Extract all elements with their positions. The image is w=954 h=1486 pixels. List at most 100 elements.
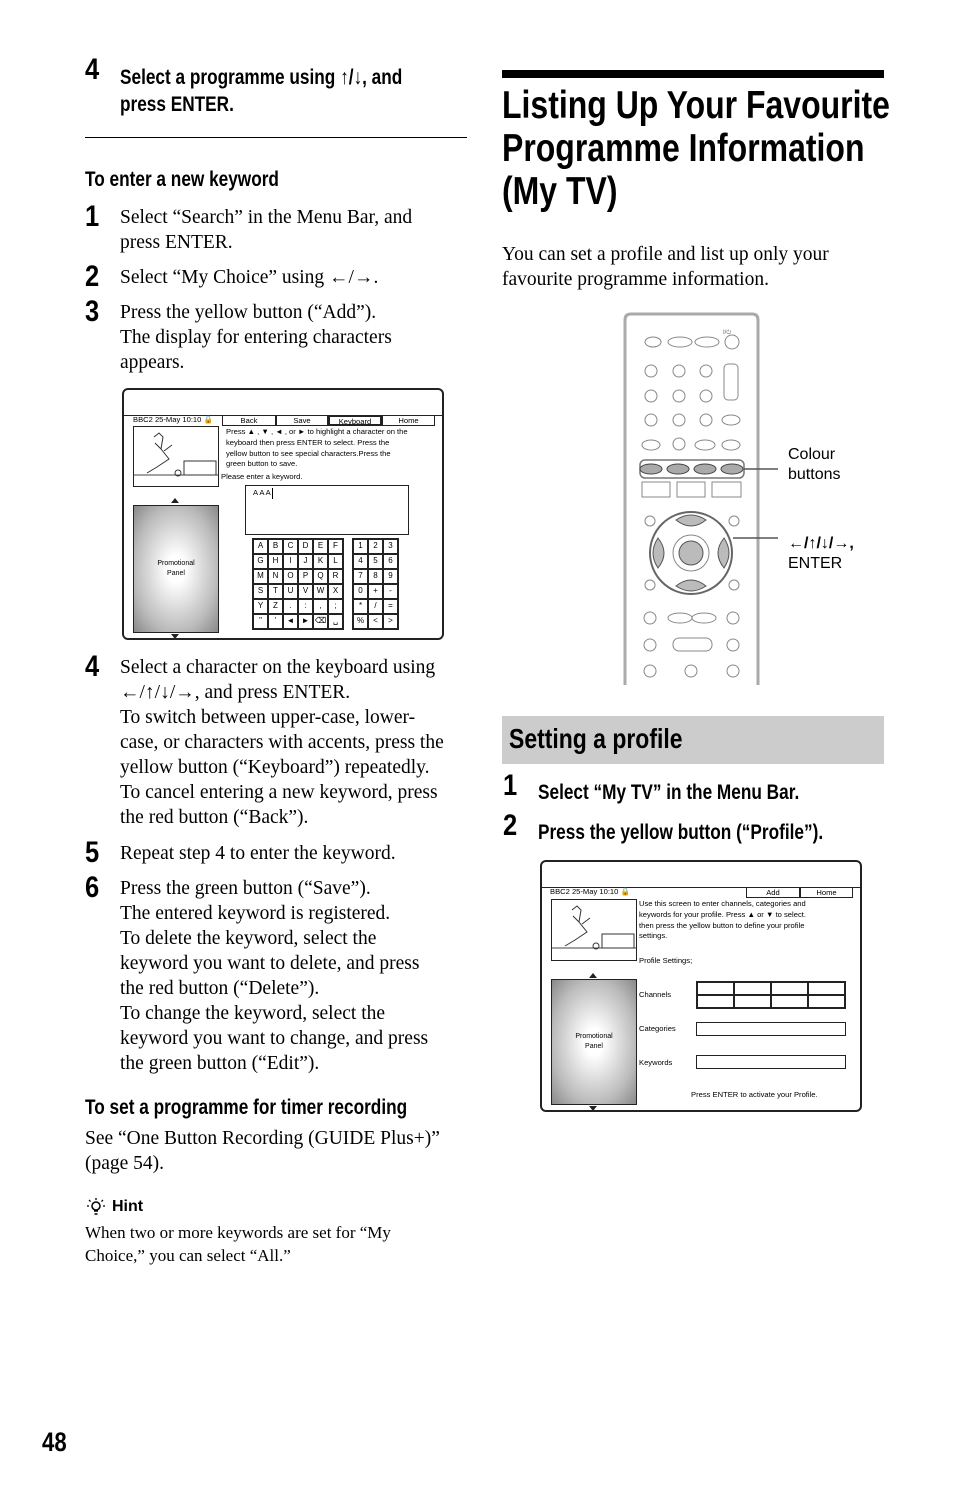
key[interactable]: K [313,554,328,569]
key[interactable]: M [253,569,268,584]
key[interactable]: D [298,539,313,554]
key[interactable]: R [328,569,343,584]
key[interactable]: 6 [383,554,398,569]
step-number: 4 [85,650,100,683]
home-button[interactable]: Home [382,415,435,426]
line: Choice,” you can select “All.” [85,1246,291,1265]
scroll-up-icon[interactable] [171,498,179,503]
key[interactable]: F [328,539,343,554]
key[interactable]: P [298,569,313,584]
key[interactable]: ␣ [328,614,343,629]
key[interactable]: U [283,584,298,599]
key[interactable]: % [353,614,368,629]
key[interactable]: 7 [353,569,368,584]
key[interactable]: " [253,614,268,629]
channel-cell[interactable] [697,982,734,995]
key[interactable]: X [328,584,343,599]
add-button[interactable]: Add [746,887,800,898]
line: the red button (“Delete”). [120,978,320,999]
keyboard-button[interactable]: Keyboard [328,415,382,426]
line: the red button (“Back”). [120,807,309,828]
key[interactable]: 4 [353,554,368,569]
categories-field[interactable] [696,1022,846,1036]
channel-cell[interactable] [734,995,771,1008]
key[interactable]: S [253,584,268,599]
key[interactable]: O [283,569,298,584]
key[interactable]: A [253,539,268,554]
key[interactable]: 0 [353,584,368,599]
back-button[interactable]: Back [222,415,276,426]
key[interactable]: I [283,554,298,569]
line: See “One Button Recording (GUIDE Plus+)” [85,1128,440,1149]
key[interactable]: + [368,584,383,599]
key[interactable]: Z [268,599,283,614]
key[interactable]: N [268,569,283,584]
key[interactable]: > [383,614,398,629]
channel-cell[interactable] [734,982,771,995]
key[interactable]: ' [268,614,283,629]
football-player-illustration [134,432,218,477]
key[interactable]: V [298,584,313,599]
key[interactable]: B [268,539,283,554]
scroll-down-icon[interactable] [171,634,179,638]
page-number: 48 [42,1427,67,1457]
step-text: Repeat step 4 to enter the keyword. [120,841,396,866]
line: (page 54). [85,1153,165,1174]
key[interactable]: 3 [383,539,398,554]
key[interactable]: ; [328,599,343,614]
channel-cell[interactable] [808,995,845,1008]
line: The display for entering characters [120,327,392,348]
key[interactable]: - [383,584,398,599]
line: keywords for your profile. Press ▲ or ▼ … [639,909,806,919]
key[interactable]: / [368,599,383,614]
remote-control-illustration: I/⏻ [623,312,778,685]
key[interactable]: , [313,599,328,614]
key[interactable]: H [268,554,283,569]
home-button[interactable]: Home [800,887,853,898]
key[interactable]: 2 [368,539,383,554]
step-number: 2 [85,260,100,293]
channel-cell[interactable] [771,995,808,1008]
key[interactable]: . [283,599,298,614]
key[interactable]: ⌫ [313,614,328,629]
channels-grid[interactable] [696,981,846,1009]
divider [85,137,467,138]
save-button[interactable]: Save [276,415,328,426]
page-title: Listing Up Your Favourite Programme Info… [502,84,890,213]
key[interactable]: 1 [353,539,368,554]
title-bar [502,70,884,78]
key[interactable]: < [368,614,383,629]
line: keyboard then press ENTER to select. Pre… [226,437,390,447]
key[interactable]: L [328,554,343,569]
scroll-down-icon[interactable] [589,1106,597,1110]
key[interactable]: 5 [368,554,383,569]
line: keyword you want to change, and press [120,1028,429,1049]
key[interactable]: ◄ [283,614,298,629]
key[interactable]: * [353,599,368,614]
scroll-up-icon[interactable] [589,973,597,978]
line: then press the yellow button to define y… [639,920,805,930]
keyword-input[interactable]: A A A [245,485,409,535]
line: Colour [788,446,836,463]
channel-cell[interactable] [808,982,845,995]
channel-cell[interactable] [697,995,734,1008]
promotional-panel: Promotional Panel [133,505,219,633]
key[interactable]: ► [298,614,313,629]
line: Press the green button (“Save”). [120,878,371,899]
key[interactable]: W [313,584,328,599]
key[interactable]: 8 [368,569,383,584]
key[interactable]: C [283,539,298,554]
key[interactable]: E [313,539,328,554]
key[interactable]: Y [253,599,268,614]
lock-icon: 🔒 [620,887,630,896]
line: (My TV) [502,170,618,213]
key[interactable]: : [298,599,313,614]
key[interactable]: Q [313,569,328,584]
key[interactable]: = [383,599,398,614]
key[interactable]: G [253,554,268,569]
key[interactable]: 9 [383,569,398,584]
keywords-field[interactable] [696,1055,846,1069]
channel-cell[interactable] [771,982,808,995]
key[interactable]: T [268,584,283,599]
key[interactable]: J [298,554,313,569]
